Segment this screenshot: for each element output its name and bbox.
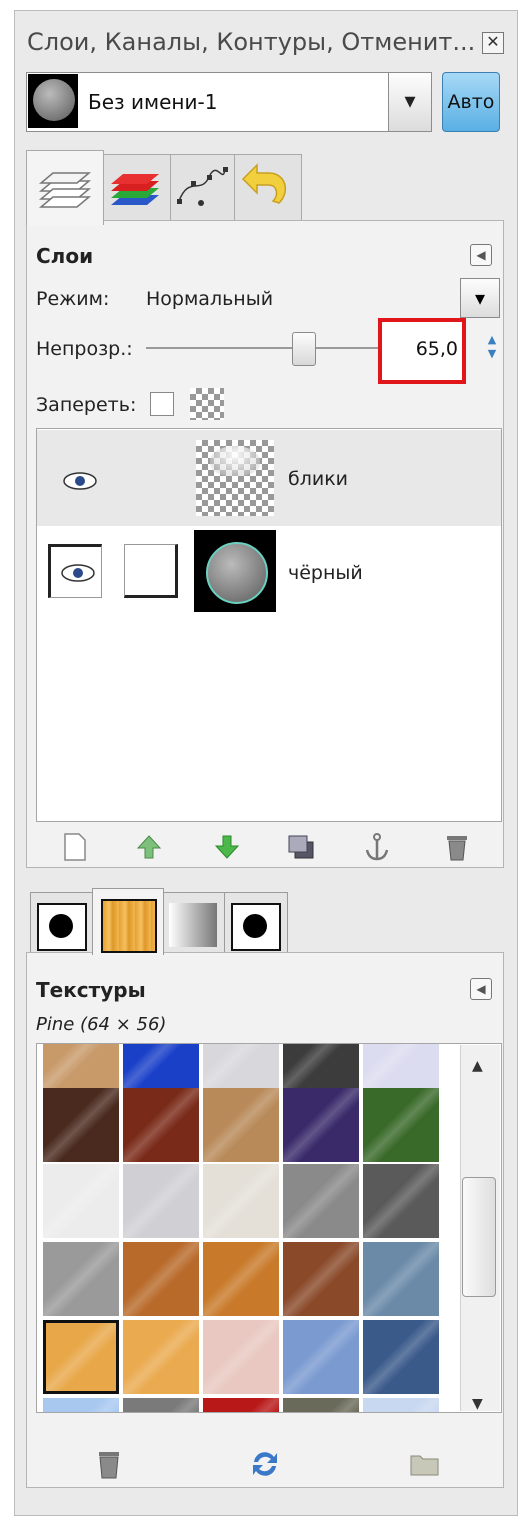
pattern-swatch[interactable] [203,1398,279,1412]
panel-menu-icon[interactable]: ◀ [470,244,492,266]
pattern-swatch[interactable] [363,1320,439,1394]
layer-name[interactable]: блики [288,468,348,490]
pattern-swatch[interactable] [363,1088,439,1162]
pattern-swatch[interactable] [123,1044,199,1088]
layer-thumbnail [196,440,274,516]
pattern-swatch[interactable] [283,1088,359,1162]
window-title: Слои, Каналы, Контуры, Отменит... [27,28,476,56]
channels-tab[interactable] [102,154,172,225]
pattern-swatch[interactable] [123,1398,199,1412]
mode-value[interactable]: Нормальный [146,288,273,310]
pattern-swatch[interactable] [203,1164,279,1238]
folder-icon[interactable] [408,1448,442,1482]
brush-icon [37,903,87,951]
pattern-swatch[interactable] [203,1242,279,1316]
opacity-slider-track[interactable] [146,347,396,349]
pattern-swatch[interactable] [43,1320,119,1394]
pattern-swatch[interactable] [43,1164,119,1238]
pattern-swatch[interactable] [283,1164,359,1238]
layers-icon [38,172,92,208]
scroll-up-icon[interactable]: ▲ [472,1058,483,1074]
layers-tab[interactable] [26,150,104,225]
pattern-swatch[interactable] [123,1242,199,1316]
lock-pixels-checkbox[interactable] [150,392,174,416]
pattern-swatch[interactable] [283,1320,359,1394]
pattern-swatch[interactable] [123,1320,199,1394]
pattern-swatch[interactable] [363,1164,439,1238]
channels-icon [111,174,159,205]
scroll-down-icon[interactable]: ▼ [472,1396,483,1412]
brushes-tab[interactable] [30,892,94,955]
panel-menu-icon[interactable]: ◀ [470,978,492,1000]
opacity-slider-thumb[interactable] [292,332,316,366]
pattern-swatch[interactable] [123,1088,199,1162]
image-dropdown-button[interactable]: ▾ [388,72,432,132]
pattern-swatch[interactable] [363,1398,439,1412]
pattern-icon [101,899,157,953]
pattern-swatch[interactable] [283,1242,359,1316]
paths-icon [177,167,228,206]
lower-layer-icon[interactable] [212,832,242,864]
layer-name[interactable]: чёрный [288,562,363,584]
opacity-label: Непрозр.: [36,338,133,360]
gradients-tab[interactable] [162,892,226,955]
lock-label: Запереть: [36,394,137,416]
patterns-tab[interactable] [92,888,164,955]
pattern-swatch[interactable] [43,1088,119,1162]
selected-pattern-info: Pine (64 × 56) [36,1014,167,1035]
image-name: Без имени-1 [88,90,218,114]
dock-tab-strip [26,150,504,225]
pattern-swatch[interactable] [43,1044,119,1088]
gradient-icon [169,903,217,947]
pattern-swatch[interactable] [363,1044,439,1088]
lock-alpha-icon[interactable] [190,388,224,420]
pattern-swatch[interactable] [283,1044,359,1088]
paths-tab[interactable] [170,154,236,225]
eye-icon[interactable] [60,562,96,584]
pattern-swatch[interactable] [43,1242,119,1316]
pattern-swatch[interactable] [203,1320,279,1394]
image-thumbnail [28,74,78,128]
anchor-icon[interactable] [362,832,392,864]
mode-label: Режим: [36,288,110,310]
pattern-swatch[interactable] [363,1242,439,1316]
fonts-tab[interactable] [224,892,288,955]
trash-icon[interactable] [92,1448,126,1482]
pattern-swatch[interactable] [123,1164,199,1238]
new-layer-icon[interactable] [60,832,90,864]
pattern-swatch[interactable] [203,1044,279,1088]
trash-icon[interactable] [442,832,472,864]
opacity-value[interactable]: 65,0 [390,338,458,360]
pattern-swatch[interactable] [43,1398,119,1412]
auto-button[interactable]: Авто [442,72,500,132]
undo-icon [241,163,287,204]
image-selector[interactable] [26,72,432,132]
undo-history-tab[interactable] [234,154,302,225]
layer-thumbnail [194,530,276,612]
brush-preset-icon [231,903,281,951]
pattern-swatch[interactable] [203,1088,279,1162]
scrollbar-thumb[interactable] [462,1177,496,1297]
eye-icon[interactable] [62,470,98,492]
mode-dropdown-button[interactable]: ▾ [460,278,500,318]
layer-chain-toggle[interactable] [124,544,178,598]
layers-heading: Слои [36,244,94,268]
close-icon[interactable]: ✕ [482,32,504,54]
opacity-spin-arrows-icon[interactable]: ▲ ▼ [485,333,499,365]
pattern-grid[interactable] [36,1043,502,1413]
pattern-swatch[interactable] [283,1398,359,1412]
duplicate-layer-icon[interactable] [286,832,316,864]
raise-layer-icon[interactable] [134,832,164,864]
patterns-heading: Текстуры [36,978,146,1002]
refresh-icon[interactable] [248,1448,282,1482]
